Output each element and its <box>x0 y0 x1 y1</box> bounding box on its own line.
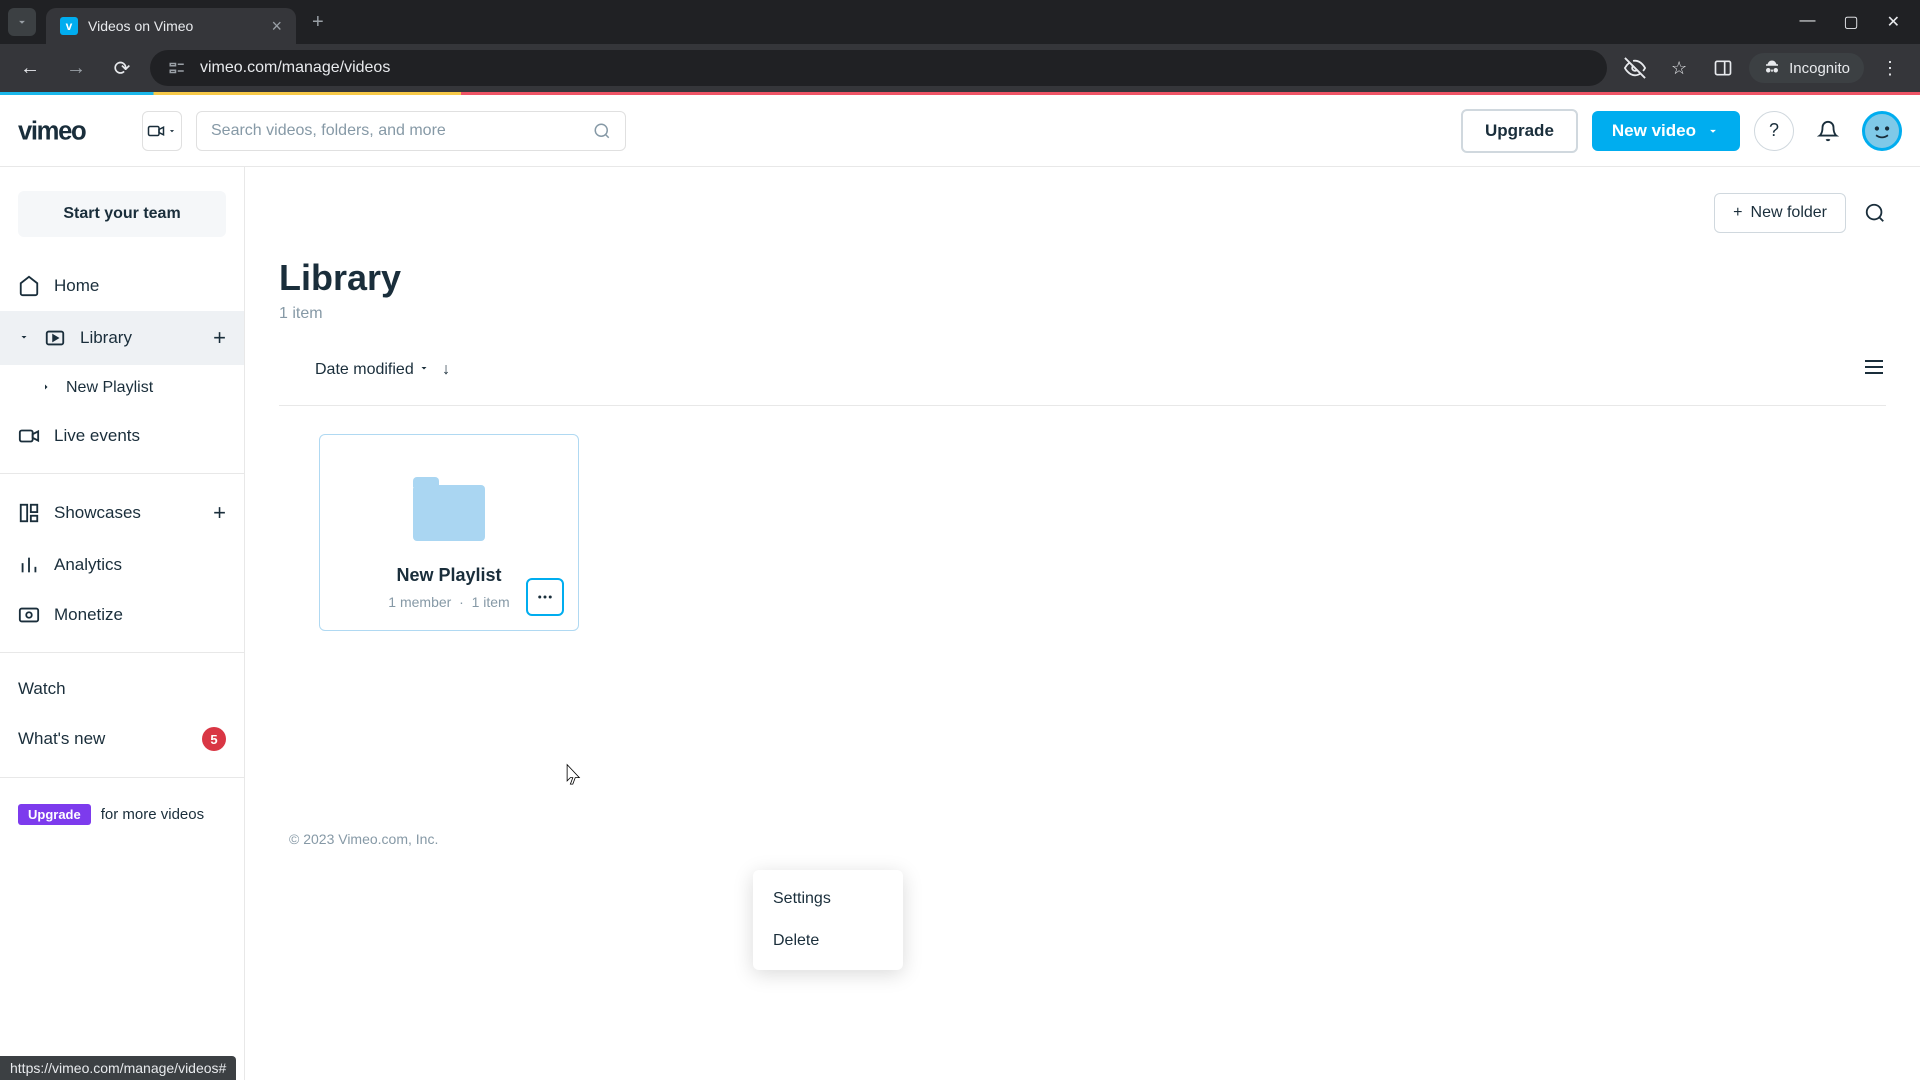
incognito-label: Incognito <box>1789 60 1850 77</box>
site-settings-icon[interactable] <box>166 57 188 79</box>
menu-icon[interactable]: ⋮ <box>1872 50 1908 86</box>
divider <box>0 652 244 653</box>
new-video-label: New video <box>1612 121 1696 141</box>
new-folder-button[interactable]: + New folder <box>1714 193 1846 233</box>
browser-tab-strip: v Videos on Vimeo × + — ▢ ✕ <box>0 0 1920 44</box>
app-header: vimeo Upgrade New video ? <box>0 95 1920 167</box>
sort-direction-button[interactable]: ↓ <box>442 361 450 379</box>
tab-title: Videos on Vimeo <box>88 18 261 34</box>
sidebar-item-new-playlist[interactable]: New Playlist <box>0 365 244 411</box>
item-count: 1 item <box>279 305 1886 323</box>
search-library-button[interactable] <box>1864 202 1886 224</box>
app-container: vimeo Upgrade New video ? Start your tea… <box>0 95 1920 1080</box>
sidebar-item-live-events[interactable]: Live events <box>0 411 244 461</box>
plus-icon: + <box>1733 204 1742 222</box>
context-menu: Settings Delete <box>753 870 903 970</box>
analytics-icon <box>18 554 40 576</box>
search-icon <box>593 122 611 140</box>
search-input[interactable] <box>211 122 593 140</box>
chevron-right-icon <box>40 380 52 396</box>
sidebar-item-whats-new[interactable]: What's new 5 <box>0 713 244 765</box>
record-dropdown-button[interactable] <box>142 111 182 151</box>
main-content: + New folder Library 1 item Date modifie… <box>245 167 1920 1080</box>
close-window-icon[interactable]: ✕ <box>1887 12 1900 32</box>
list-view-toggle[interactable] <box>1862 355 1886 385</box>
chevron-down-icon <box>418 362 430 374</box>
nav-label: Monetize <box>54 605 226 625</box>
start-team-button[interactable]: Start your team <box>18 191 226 237</box>
divider <box>0 777 244 778</box>
eye-off-icon[interactable] <box>1617 50 1653 86</box>
address-bar[interactable]: vimeo.com/manage/videos <box>150 50 1607 86</box>
tab-search-dropdown[interactable] <box>8 8 36 36</box>
monetize-icon <box>18 604 40 626</box>
incognito-badge[interactable]: Incognito <box>1749 53 1864 83</box>
vimeo-favicon-icon: v <box>60 17 78 35</box>
window-controls: — ▢ ✕ <box>1799 12 1920 32</box>
divider <box>0 473 244 474</box>
back-button[interactable]: ← <box>12 50 48 86</box>
nav-label: What's new <box>18 729 188 749</box>
context-menu-delete[interactable]: Delete <box>753 920 903 962</box>
upgrade-button[interactable]: Upgrade <box>1461 109 1578 153</box>
footer-copyright: © 2023 Vimeo.com, Inc. <box>279 631 1886 847</box>
new-folder-label: New folder <box>1751 204 1827 222</box>
close-tab-icon[interactable]: × <box>271 16 282 37</box>
sidebar-item-showcases[interactable]: Showcases + <box>0 486 244 540</box>
nav-label: Home <box>54 276 226 296</box>
sidebar-item-home[interactable]: Home <box>0 261 244 311</box>
nav-label: Library <box>80 328 199 348</box>
browser-toolbar: ← → ⟳ vimeo.com/manage/videos ☆ Incognit… <box>0 44 1920 92</box>
card-more-button[interactable] <box>526 578 564 616</box>
incognito-icon <box>1763 59 1781 77</box>
sidebar-item-library[interactable]: Library + <box>0 311 244 365</box>
folder-icon <box>413 485 485 541</box>
sidebar: Start your team Home Library + <box>0 167 245 1080</box>
notification-badge: 5 <box>202 727 226 751</box>
upgrade-pill: Upgrade <box>18 804 91 825</box>
maximize-icon[interactable]: ▢ <box>1843 12 1858 32</box>
browser-tab[interactable]: v Videos on Vimeo × <box>46 8 296 44</box>
nav-label: Analytics <box>54 555 226 575</box>
upgrade-prompt[interactable]: Upgrade for more videos <box>0 790 244 839</box>
chevron-down-icon <box>1706 124 1720 138</box>
library-icon <box>44 327 66 349</box>
upgrade-text: for more videos <box>101 806 204 823</box>
chevron-down-icon <box>18 330 30 346</box>
svg-text:vimeo: vimeo <box>18 117 86 145</box>
search-box[interactable] <box>196 111 626 151</box>
context-menu-settings[interactable]: Settings <box>753 878 903 920</box>
minimize-icon[interactable]: — <box>1799 12 1815 32</box>
new-video-button[interactable]: New video <box>1592 111 1740 151</box>
forward-button[interactable]: → <box>58 50 94 86</box>
sort-dropdown[interactable]: Date modified <box>315 361 430 379</box>
status-bar: https://vimeo.com/manage/videos# <box>0 1056 236 1080</box>
notifications-button[interactable] <box>1808 111 1848 151</box>
sidebar-item-watch[interactable]: Watch <box>0 665 244 713</box>
nav-label: Watch <box>18 679 226 699</box>
nav-label: Showcases <box>54 503 199 523</box>
sort-controls: Date modified ↓ <box>279 355 1886 406</box>
vimeo-logo[interactable]: vimeo <box>18 116 128 146</box>
page-title: Library <box>279 257 1886 299</box>
url-text: vimeo.com/manage/videos <box>200 59 390 77</box>
reload-button[interactable]: ⟳ <box>104 50 140 86</box>
sidepanel-icon[interactable] <box>1705 50 1741 86</box>
nav-label: New Playlist <box>66 379 226 397</box>
add-library-icon[interactable]: + <box>213 325 226 351</box>
nav-label: Live events <box>54 426 226 446</box>
sidebar-item-monetize[interactable]: Monetize <box>0 590 244 640</box>
live-icon <box>18 425 40 447</box>
help-button[interactable]: ? <box>1754 111 1794 151</box>
bookmark-star-icon[interactable]: ☆ <box>1661 50 1697 86</box>
sidebar-item-analytics[interactable]: Analytics <box>0 540 244 590</box>
user-avatar[interactable] <box>1862 111 1902 151</box>
folder-card[interactable]: New Playlist 1 member · 1 item <box>319 434 579 631</box>
new-tab-button[interactable]: + <box>296 11 340 34</box>
showcases-icon <box>18 502 40 524</box>
add-showcase-icon[interactable]: + <box>213 500 226 526</box>
home-icon <box>18 275 40 297</box>
